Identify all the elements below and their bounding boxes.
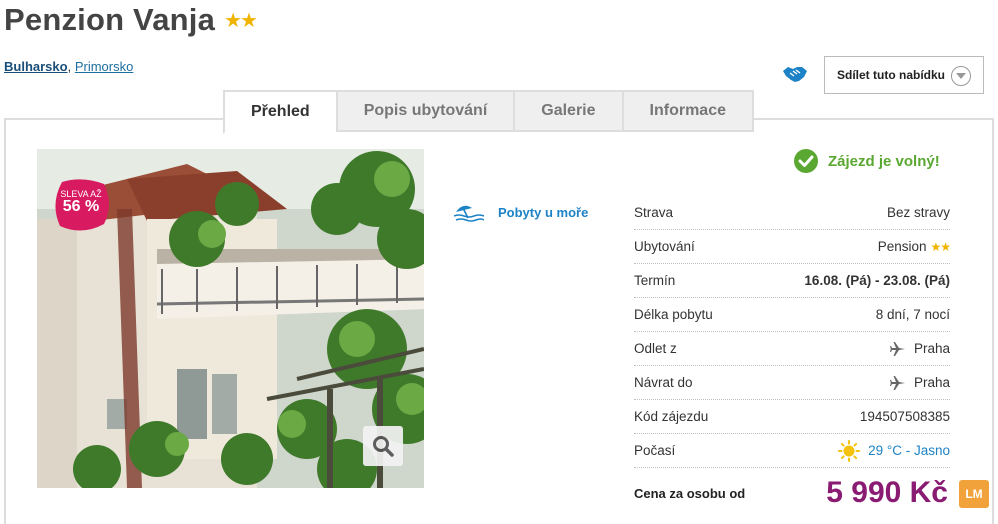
detail-row-odlet: Odlet z Praha xyxy=(634,332,950,366)
availability-status: Zájezd je volný! xyxy=(794,149,940,173)
detail-value-wrap[interactable]: 29 °C - Jasno xyxy=(838,439,950,462)
last-minute-badge: LM xyxy=(959,480,989,508)
zoom-button[interactable] xyxy=(363,426,403,466)
airplane-icon xyxy=(889,341,905,356)
share-offer-button[interactable]: Sdílet tuto nabídku xyxy=(824,56,984,94)
availability-label: Zájezd je volný! xyxy=(828,152,940,170)
hotel-name: Penzion Vanja xyxy=(4,2,216,37)
magnifier-icon xyxy=(373,436,394,457)
detail-value: 194507508385 xyxy=(859,409,950,424)
hotel-stars: ★★ xyxy=(224,9,258,32)
detail-label: Odlet z xyxy=(634,341,677,356)
detail-row-ubytovani: Ubytování Pension ★★ xyxy=(634,230,951,264)
trip-details: Strava Bez stravy Ubytování Pension ★★ T… xyxy=(634,196,951,518)
detail-value: Praha xyxy=(913,375,950,390)
handshake-icon[interactable] xyxy=(782,63,808,85)
share-offer-label: Sdílet tuto nabídku xyxy=(837,68,945,82)
accommodation-stars: ★★ xyxy=(930,239,950,254)
title-row: Penzion Vanja ★★ xyxy=(4,2,258,38)
detail-row-delka: Délka pobytu 8 dní, 7 nocí xyxy=(634,298,950,332)
price-value: 5 990 Kč xyxy=(826,476,948,509)
detail-row-kod: Kód zájezdu 194507508385 xyxy=(634,400,950,434)
detail-value: Bez stravy xyxy=(886,205,950,220)
detail-row-termin: Termín 16.08. (Pá) - 23.08. (Pá) xyxy=(634,264,950,298)
detail-value-wrap: Pension ★★ xyxy=(877,239,951,254)
price-label: Cena za osobu od xyxy=(634,485,746,501)
detail-label: Strava xyxy=(634,205,674,220)
detail-label: Návrat do xyxy=(634,375,693,390)
sun-icon xyxy=(838,439,861,462)
breadcrumb-location: Bulharsko, Primorsko xyxy=(4,59,133,74)
detail-value: 16.08. (Pá) - 23.08. (Pá) xyxy=(804,273,950,288)
tab-informace[interactable]: Informace xyxy=(621,90,754,132)
category-beach[interactable]: Pobyty u moře xyxy=(454,202,588,222)
tab-bar: Přehled Popis ubytování Galerie Informac… xyxy=(223,90,754,134)
airplane-icon xyxy=(889,375,905,390)
price-row: Cena za osobu od 5 990 Kč xyxy=(634,468,950,518)
tab-prehled[interactable]: Přehled xyxy=(223,90,336,134)
sale-badge: SLEVA AŽ 56 % xyxy=(52,178,112,232)
detail-value: Praha xyxy=(913,341,950,356)
detail-label: Ubytování xyxy=(634,239,695,254)
country-link[interactable]: Bulharsko xyxy=(4,59,68,74)
detail-value: Pension xyxy=(877,239,927,254)
tab-popis-ubytovani[interactable]: Popis ubytování xyxy=(335,90,514,132)
detail-label: Kód zájezdu xyxy=(634,409,709,424)
city-link[interactable]: Primorsko xyxy=(75,59,134,74)
chevron-down-icon xyxy=(951,66,971,86)
detail-row-strava: Strava Bez stravy xyxy=(634,196,950,230)
detail-value: 29 °C - Jasno xyxy=(868,443,950,458)
detail-label: Délka pobytu xyxy=(634,307,713,322)
sale-badge-percent: 56 % xyxy=(62,198,100,215)
detail-value-wrap: Praha xyxy=(889,341,950,357)
detail-value-wrap: Praha xyxy=(889,375,950,391)
category-label: Pobyty u moře xyxy=(498,204,589,220)
tab-galerie[interactable]: Galerie xyxy=(513,90,622,132)
detail-row-navrat: Návrat do Praha xyxy=(634,366,950,400)
detail-value: 8 dní, 7 nocí xyxy=(875,307,950,322)
detail-row-pocasi: Počasí 29 °C - Jasno xyxy=(634,434,950,468)
check-circle-icon xyxy=(794,149,818,173)
location-separator: , xyxy=(67,59,72,74)
detail-label: Termín xyxy=(634,273,676,288)
beach-umbrella-icon xyxy=(454,205,484,222)
detail-label: Počasí xyxy=(634,443,676,458)
